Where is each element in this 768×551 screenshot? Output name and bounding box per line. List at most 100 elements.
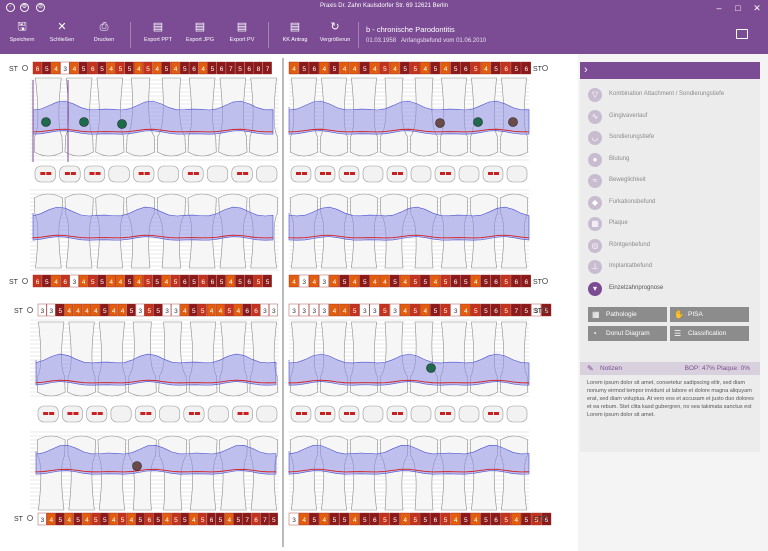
export-jpg-button[interactable]: ▤ Export JPG xyxy=(182,20,218,52)
pocket-value: 5 xyxy=(146,66,150,73)
pocket-value: 5 xyxy=(424,279,428,286)
pocket-value: 5 xyxy=(525,308,529,315)
minimize-icon[interactable]: – xyxy=(712,2,726,14)
jpg-file-icon: ▤ xyxy=(194,21,206,33)
layout-toggle-icon[interactable] xyxy=(736,29,748,39)
pencil-icon[interactable]: ✎ xyxy=(587,362,594,375)
pocket-value: 3 xyxy=(139,308,143,315)
sidebar-item[interactable]: ◡ Sondierungstiefe xyxy=(588,130,758,147)
pocket-value: 4 xyxy=(85,517,89,524)
furcation-mark xyxy=(46,172,52,175)
pocket-value: 5 xyxy=(155,279,159,286)
export-ppt-button[interactable]: ▤ Export PPT xyxy=(140,20,176,52)
furcation-mark xyxy=(344,172,349,175)
implant-marker xyxy=(508,117,518,127)
save-button[interactable]: 🖫 Speichern xyxy=(6,20,38,52)
pocket-value: 5 xyxy=(183,517,187,524)
occlusal-tooth xyxy=(362,165,384,183)
pocket-value: 4 xyxy=(109,279,113,286)
pocket-value: 7 xyxy=(229,66,233,73)
sidebar-item[interactable]: ≈ Beweglichkeit xyxy=(588,173,758,190)
pocket-value: 5 xyxy=(183,66,187,73)
occlusal-tooth xyxy=(256,405,278,423)
close-button[interactable]: ✕ Schließen xyxy=(46,20,78,52)
sidebar-item[interactable]: ◆ Furkationsbefund xyxy=(588,195,758,212)
birthdate: 01.03.1958 xyxy=(366,38,397,44)
pocket-value: 5 xyxy=(82,66,86,73)
pathologie-button[interactable]: ▦ Pathologie xyxy=(588,307,667,322)
pocket-value: 4 xyxy=(76,308,80,315)
pv-file-icon: ▤ xyxy=(236,21,248,33)
pocket-value: 5 xyxy=(91,279,95,286)
close-window-icon[interactable]: ✕ xyxy=(750,2,764,14)
implant-marker xyxy=(41,117,51,127)
furcation-mark xyxy=(146,412,152,415)
toolbar-divider xyxy=(268,22,269,48)
kk-antrag-button[interactable]: ▤ KK Antrag xyxy=(277,20,313,52)
print-button[interactable]: ⎙ Drucken xyxy=(88,20,120,52)
pocket-value: 6 xyxy=(147,517,151,524)
pocket-value: 4 xyxy=(424,66,428,73)
occlusal-tooth xyxy=(410,405,432,423)
pocket-value: 5 xyxy=(464,279,468,286)
sidebar-item[interactable]: ∿ Gingivaverlauf xyxy=(588,109,758,126)
export-pv-button[interactable]: ▤ Export PV xyxy=(224,20,260,52)
pocket-value: 5 xyxy=(76,517,80,524)
pocket-value: 5 xyxy=(343,279,347,286)
pocket-value: 4 xyxy=(109,66,113,73)
donut-diagram-button[interactable]: ◔ Donut Diagram xyxy=(588,326,667,341)
implant-marker xyxy=(117,119,127,129)
sidebar-item[interactable]: ▽ Kombination Attachment / Sondierungstie… xyxy=(588,87,758,104)
pocket-value: 5 xyxy=(363,517,367,524)
furcation-mark xyxy=(398,412,403,415)
pocket-value: 6 xyxy=(525,279,529,286)
pocket-value: 5 xyxy=(165,66,169,73)
pocket-value: 5 xyxy=(103,517,107,524)
blood-drop-icon: ● xyxy=(588,152,602,167)
patient-dates: 01.03.1958 Anfangsbefund vom 01.06.2010 xyxy=(366,38,486,44)
pocket-value: 5 xyxy=(257,279,261,286)
pocket-value: 6 xyxy=(192,66,196,73)
sidebar-item[interactable]: ⊥ Implantatbefund xyxy=(588,259,758,276)
implant-marker xyxy=(473,117,483,127)
occlusal-tooth xyxy=(183,405,205,423)
pocket-value: 5 xyxy=(266,279,270,286)
sidebar-item-label: Sondierungstiefe xyxy=(609,134,655,140)
sidebar-item[interactable]: ● Blutung xyxy=(588,152,758,169)
sidebar-item-label: Implantatbefund xyxy=(609,263,653,269)
pocket-value: 4 xyxy=(67,517,71,524)
notes-header: ✎ Notizen BOP: 47% Plaque: 0% xyxy=(580,362,760,375)
pocket-value: 4 xyxy=(312,279,316,286)
pocket-value: 4 xyxy=(373,279,377,286)
pocket-value: 5 xyxy=(128,66,132,73)
furcation-mark xyxy=(392,172,397,175)
furcation-mark xyxy=(67,412,73,415)
enlarge-button[interactable]: ↻ Vergrößerun xyxy=(317,20,353,52)
sidebar-collapse-button[interactable]: › xyxy=(580,62,760,79)
furcation-mark xyxy=(188,412,194,415)
classification-button[interactable]: ☰ Classification xyxy=(670,326,749,341)
pocket-value: 6 xyxy=(494,517,498,524)
pisa-button[interactable]: ✋ PISA xyxy=(670,307,749,322)
pocket-value: 5 xyxy=(192,279,196,286)
pocket-value: 3 xyxy=(302,308,306,315)
pocket-value: 4 xyxy=(165,517,169,524)
maximize-icon[interactable]: □ xyxy=(731,2,745,14)
notes-text[interactable]: Lorem ipsum dolor sit amet, consetetur s… xyxy=(587,379,755,419)
pocket-value: 4 xyxy=(424,308,428,315)
sidebar-item[interactable]: ▾ Einzelzahnprognose xyxy=(588,281,758,298)
sidebar-item[interactable]: ▦ Plaque xyxy=(588,216,758,233)
furcation-mark xyxy=(140,412,146,415)
furcation-mark xyxy=(440,412,445,415)
sidebar-item-label: Einzelzahnprognose xyxy=(609,284,664,291)
sidebar-item-label: Kombination Attachment / Sondierungstief… xyxy=(609,91,725,97)
pocket-value: 4 xyxy=(130,517,134,524)
pocket-value: 5 xyxy=(484,517,488,524)
pocket-value: 5 xyxy=(393,279,397,286)
pocket-value: 4 xyxy=(323,517,327,524)
pocket-value: 6 xyxy=(525,66,529,73)
furcation-mark xyxy=(243,172,249,175)
occlusal-tooth xyxy=(458,405,480,423)
eye-icon xyxy=(26,514,33,521)
sidebar-item[interactable]: ◎ Röntgenbefund xyxy=(588,238,758,255)
